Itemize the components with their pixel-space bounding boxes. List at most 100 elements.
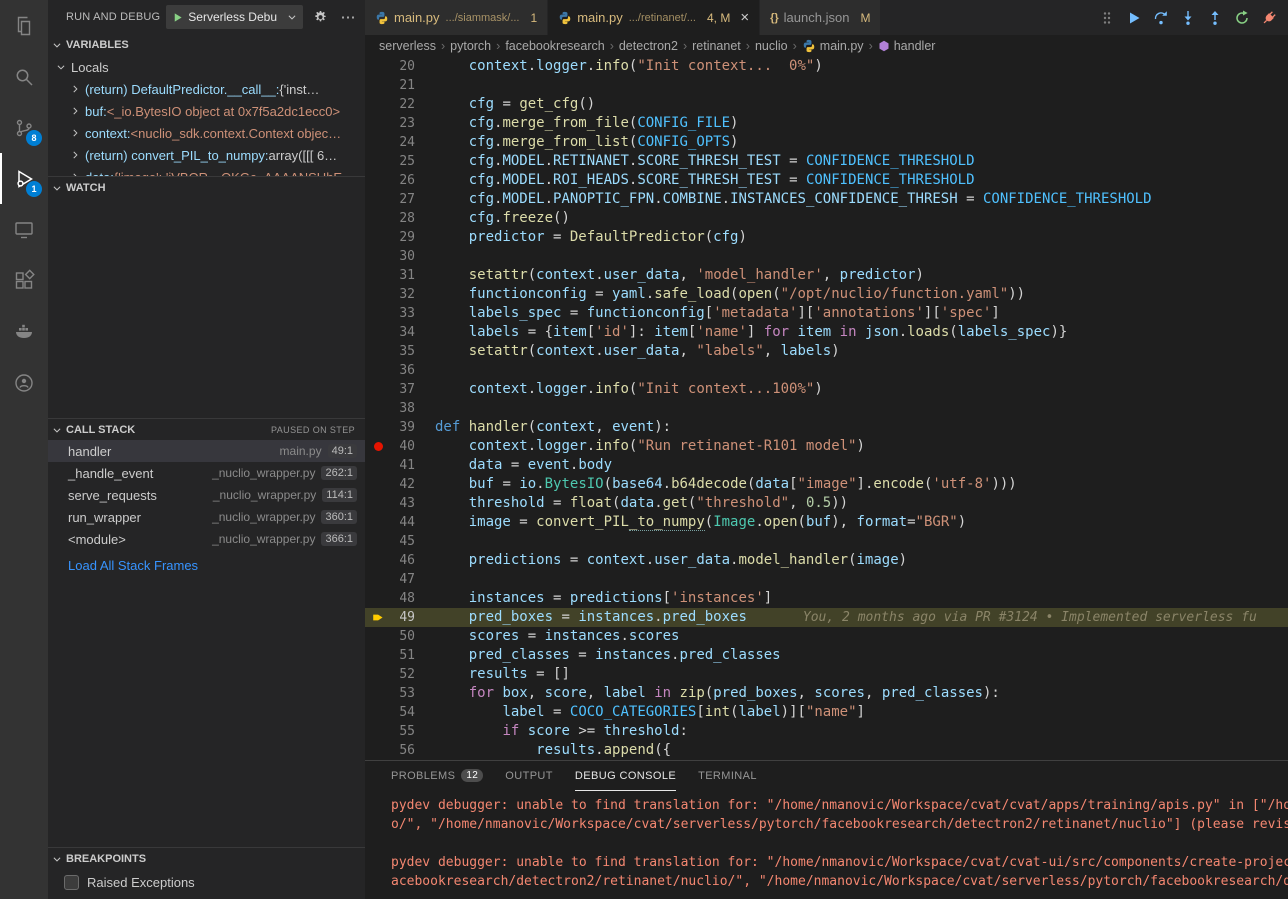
- code-line[interactable]: 42 buf = io.BytesIO(base64.b64decode(dat…: [365, 475, 1288, 494]
- variable-row[interactable]: buf: <_io.BytesIO object at 0x7f5a2dc1ec…: [48, 100, 365, 122]
- more-actions-icon[interactable]: ⋯: [337, 6, 359, 28]
- activity-remote-explorer[interactable]: [0, 204, 48, 255]
- code-line[interactable]: 50 scores = instances.scores: [365, 627, 1288, 646]
- panel-tab-problems[interactable]: PROBLEMS12: [391, 761, 483, 791]
- debug-console-output[interactable]: pydev debugger: unable to find translati…: [365, 791, 1288, 899]
- gutter-glyph[interactable]: [365, 513, 391, 532]
- gutter-glyph[interactable]: [365, 532, 391, 551]
- code-line[interactable]: 32 functionconfig = yaml.safe_load(open(…: [365, 285, 1288, 304]
- variable-row[interactable]: (return) DefaultPredictor.__call__: {'in…: [48, 78, 365, 100]
- code-line[interactable]: 27 cfg.MODEL.PANOPTIC_FPN.COMBINE.INSTAN…: [365, 190, 1288, 209]
- editor-tab[interactable]: main.py.../retinanet/...4, M×: [548, 0, 760, 35]
- breadcrumb-item[interactable]: handler: [878, 39, 936, 53]
- restart-icon[interactable]: [1233, 9, 1251, 27]
- variable-row[interactable]: data: {'image': 'iVBOR…OKGc=AAAANSUhE…: [48, 166, 365, 176]
- gutter-glyph[interactable]: [365, 361, 391, 380]
- code-line[interactable]: 26 cfg.MODEL.ROI_HEADS.SCORE_THRESH_TEST…: [365, 171, 1288, 190]
- breakpoints-header[interactable]: BREAKPOINTS: [48, 847, 365, 869]
- gutter-glyph[interactable]: [365, 684, 391, 703]
- gutter-glyph[interactable]: [365, 304, 391, 323]
- checkbox[interactable]: [64, 875, 79, 890]
- code-line[interactable]: 52 results = []: [365, 665, 1288, 684]
- code-line[interactable]: 44 image = convert_PIL_to_numpy(Image.op…: [365, 513, 1288, 532]
- step-into-icon[interactable]: [1179, 9, 1197, 27]
- activity-account[interactable]: [0, 357, 48, 408]
- code-line[interactable]: 28 cfg.freeze(): [365, 209, 1288, 228]
- gutter-glyph[interactable]: [365, 95, 391, 114]
- activity-source-control[interactable]: 8: [0, 102, 48, 153]
- breadcrumb-item[interactable]: facebookresearch: [505, 39, 604, 53]
- code-line[interactable]: 31 setattr(context.user_data, 'model_han…: [365, 266, 1288, 285]
- gutter-glyph[interactable]: [365, 646, 391, 665]
- gutter-glyph[interactable]: [365, 285, 391, 304]
- step-over-icon[interactable]: [1152, 9, 1170, 27]
- gutter-glyph[interactable]: [365, 171, 391, 190]
- variables-header[interactable]: VARIABLES: [48, 34, 365, 56]
- disconnect-icon[interactable]: [1260, 9, 1278, 27]
- gutter-glyph[interactable]: [365, 247, 391, 266]
- code-line[interactable]: 37 context.logger.info("Init context...1…: [365, 380, 1288, 399]
- start-debug-icon[interactable]: [172, 12, 183, 23]
- code-line[interactable]: 41 data = event.body: [365, 456, 1288, 475]
- gutter-glyph[interactable]: [365, 741, 391, 760]
- gutter-glyph[interactable]: [365, 722, 391, 741]
- code-line[interactable]: 55 if score >= threshold:: [365, 722, 1288, 741]
- variable-row[interactable]: context: <nuclio_sdk.context.Context obj…: [48, 122, 365, 144]
- code-line[interactable]: 20 context.logger.info("Init context... …: [365, 57, 1288, 76]
- panel-tab-debug-console[interactable]: DEBUG CONSOLE: [575, 761, 676, 791]
- activity-search[interactable]: [0, 51, 48, 102]
- gutter-glyph[interactable]: [365, 152, 391, 171]
- code-line[interactable]: 53 for box, score, label in zip(pred_box…: [365, 684, 1288, 703]
- code-line[interactable]: 40 context.logger.info("Run retinanet-R1…: [365, 437, 1288, 456]
- drag-handle-icon[interactable]: [1098, 9, 1116, 27]
- gutter-glyph[interactable]: [365, 133, 391, 152]
- gutter-glyph[interactable]: [365, 570, 391, 589]
- panel-tab-output[interactable]: OUTPUT: [505, 761, 553, 791]
- activity-extensions[interactable]: [0, 255, 48, 306]
- breakpoint-item[interactable]: Raised Exceptions: [48, 871, 365, 893]
- gutter-glyph[interactable]: [365, 418, 391, 437]
- code-line[interactable]: 24 cfg.merge_from_list(CONFIG_OPTS): [365, 133, 1288, 152]
- code-line[interactable]: 47: [365, 570, 1288, 589]
- watch-header[interactable]: WATCH: [48, 176, 365, 198]
- gutter-glyph[interactable]: [365, 627, 391, 646]
- continue-icon[interactable]: [1125, 9, 1143, 27]
- code-line[interactable]: 45: [365, 532, 1288, 551]
- code-line[interactable]: 34 labels = {item['id']: item['name'] fo…: [365, 323, 1288, 342]
- code-line[interactable]: 36: [365, 361, 1288, 380]
- code-line[interactable]: 49 pred_boxes = instances.pred_boxesYou,…: [365, 608, 1288, 627]
- code-line[interactable]: 38: [365, 399, 1288, 418]
- gutter-glyph[interactable]: [365, 665, 391, 684]
- breakpoint-dot-icon[interactable]: [374, 442, 383, 451]
- breadcrumb-item[interactable]: serverless: [379, 39, 436, 53]
- gutter-glyph[interactable]: [365, 703, 391, 722]
- activity-run-debug[interactable]: 1: [0, 153, 48, 204]
- gutter-glyph[interactable]: [365, 342, 391, 361]
- gutter-glyph[interactable]: [365, 57, 391, 76]
- code-line[interactable]: 56 results.append({: [365, 741, 1288, 760]
- code-line[interactable]: 39def handler(context, event):: [365, 418, 1288, 437]
- code-line[interactable]: 30: [365, 247, 1288, 266]
- variable-row[interactable]: (return) convert_PIL_to_numpy: array([[[…: [48, 144, 365, 166]
- code-line[interactable]: 48 instances = predictions['instances']: [365, 589, 1288, 608]
- editor-tab[interactable]: main.py.../siammask/...1: [365, 0, 548, 35]
- gutter-glyph[interactable]: [365, 114, 391, 133]
- step-out-icon[interactable]: [1206, 9, 1224, 27]
- breadcrumb-item[interactable]: retinanet: [692, 39, 741, 53]
- editor-tab[interactable]: {}launch.jsonM: [760, 0, 881, 35]
- gutter-glyph[interactable]: [365, 399, 391, 418]
- breakpoint-item[interactable]: ✓Uncaught Exceptions: [48, 895, 365, 899]
- code-line[interactable]: 43 threshold = float(data.get("threshold…: [365, 494, 1288, 513]
- debug-config-dropdown[interactable]: Serverless Debu: [166, 5, 303, 29]
- gutter-glyph[interactable]: [365, 494, 391, 513]
- gear-icon[interactable]: [309, 6, 331, 28]
- panel-tab-terminal[interactable]: TERMINAL: [698, 761, 757, 791]
- breadcrumb-item[interactable]: main.py: [802, 39, 864, 53]
- gutter-glyph[interactable]: [365, 209, 391, 228]
- code-line[interactable]: 46 predictions = context.user_data.model…: [365, 551, 1288, 570]
- code-line[interactable]: 51 pred_classes = instances.pred_classes: [365, 646, 1288, 665]
- gutter-glyph[interactable]: [365, 76, 391, 95]
- gutter-glyph[interactable]: [365, 589, 391, 608]
- call-stack-frame[interactable]: run_wrapper_nuclio_wrapper.py360:1: [48, 506, 365, 528]
- activity-explorer[interactable]: [0, 0, 48, 51]
